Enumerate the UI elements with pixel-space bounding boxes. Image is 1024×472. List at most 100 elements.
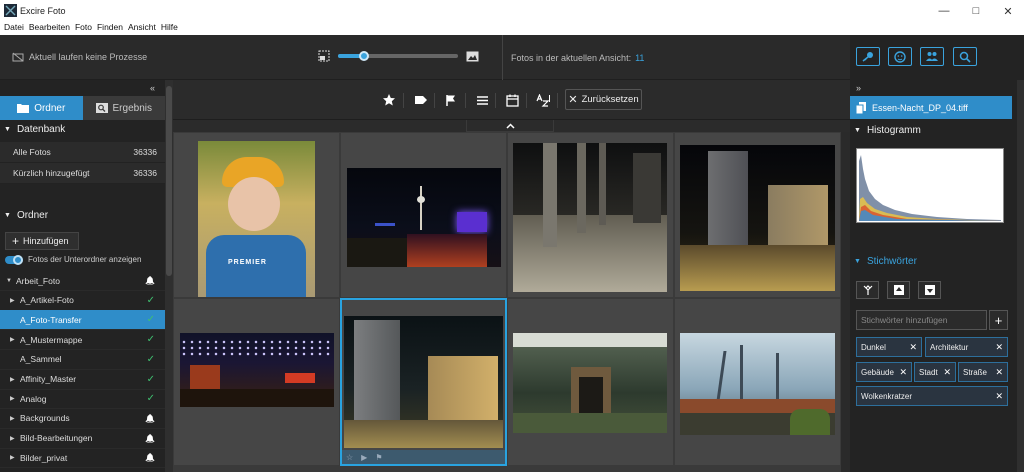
face-search-button[interactable] xyxy=(888,47,912,66)
remove-keyword-icon[interactable]: ✕ xyxy=(995,342,1003,353)
folder-item[interactable]: ▼ Arbeit_Foto 🔔 xyxy=(0,271,165,291)
folder-item[interactable]: ▶ Bild-Bearbeitungen 🔔 xyxy=(0,429,165,449)
folder-item-label: Bild-Bearbeitungen xyxy=(20,433,93,444)
sync-check-icon: ✓ xyxy=(146,393,155,405)
sync-check-icon: ✓ xyxy=(146,314,155,326)
menu-bearbeiten[interactable]: Bearbeiten xyxy=(29,22,75,35)
subfolder-toggle[interactable] xyxy=(5,254,23,265)
keyword-merge-button[interactable] xyxy=(856,281,879,299)
caret-right-icon[interactable]: ▶ xyxy=(10,336,20,343)
people-icon xyxy=(926,52,938,61)
keyword-chip[interactable]: Straße ✕ xyxy=(958,362,1008,382)
label-filter[interactable] xyxy=(412,91,430,109)
collapse-left-icon[interactable]: « xyxy=(150,83,155,93)
folder-item[interactable]: A_Foto-Transfer ✓ xyxy=(0,310,165,331)
photo-cell-selected[interactable]: ☆ ▶ ⚑ xyxy=(340,298,507,466)
search-button[interactable] xyxy=(953,47,977,66)
add-folder-label: Hinzufügen xyxy=(23,236,69,246)
bell-icon: 🔔 xyxy=(145,413,155,423)
left-scrollbar-thumb[interactable] xyxy=(166,86,172,276)
folder-item-label: A_Mustermappe xyxy=(20,334,83,345)
db-row-all-photos[interactable]: Alle Fotos 36336 xyxy=(0,142,165,163)
sort-filter[interactable] xyxy=(534,91,552,109)
photo-cell[interactable] xyxy=(507,132,674,298)
add-keyword-button[interactable]: + xyxy=(989,310,1008,330)
remove-keyword-icon[interactable]: ✕ xyxy=(943,367,951,378)
close-icon[interactable]: ✕ xyxy=(992,0,1024,22)
right-scrollbar[interactable] xyxy=(1017,80,1024,472)
slider-knob[interactable] xyxy=(359,51,370,61)
merge-icon xyxy=(863,284,872,295)
remove-keyword-icon[interactable]: ✕ xyxy=(995,391,1003,402)
caret-down-icon[interactable]: ▼ xyxy=(6,278,16,284)
caret-right-icon[interactable]: ▶ xyxy=(10,454,20,461)
menu-hilfe[interactable]: Hilfe xyxy=(161,22,183,35)
add-folder-button[interactable]: + Hinzufügen xyxy=(5,232,79,250)
menu-datei[interactable]: Datei xyxy=(4,22,29,35)
menu-finden[interactable]: Finden xyxy=(97,22,128,35)
folder-item[interactable]: ▶ Bilder_privat 🔔 xyxy=(0,448,165,469)
keyword-chip[interactable]: Gebäude ✕ xyxy=(856,362,912,382)
folder-item[interactable]: ▶ A_Mustermappe ✓ xyxy=(0,330,165,351)
keyword-input[interactable]: Stichwörter hinzufügen xyxy=(856,310,987,330)
keyword-download-button[interactable] xyxy=(918,281,941,299)
db-row-recently-added[interactable]: Kürzlich hinzugefügt 36336 xyxy=(0,163,165,184)
photo-cell[interactable]: PREMIER xyxy=(173,132,340,298)
folders-header[interactable]: ▼ Ordner xyxy=(0,206,165,224)
folder-item[interactable]: ▶ Backgrounds 🔔 xyxy=(0,409,165,429)
folder-item[interactable]: ▶ Analog ✓ xyxy=(0,389,165,410)
collapse-toolbar-button[interactable] xyxy=(466,120,554,132)
photo-cell[interactable] xyxy=(340,132,507,298)
expand-right-icon[interactable]: » xyxy=(856,83,861,93)
magnifier-icon xyxy=(959,51,971,63)
tab-ergebnis[interactable]: Ergebnis xyxy=(82,96,165,120)
menu-ansicht[interactable]: Ansicht xyxy=(128,22,161,35)
star-outline-icon[interactable]: ☆ xyxy=(346,453,353,462)
photo-cell[interactable] xyxy=(507,298,674,466)
star-icon xyxy=(383,94,395,106)
remove-keyword-icon[interactable]: ✕ xyxy=(995,367,1003,378)
left-scrollbar[interactable] xyxy=(165,80,173,472)
tag-outline-icon[interactable]: ▶ xyxy=(361,453,367,462)
histogram-header[interactable]: ▼ Histogramm xyxy=(850,121,1015,139)
photo-industrial-hall xyxy=(513,333,667,433)
reset-button[interactable]: ✕ Zurücksetzen xyxy=(565,89,642,110)
grid-scrollbar[interactable] xyxy=(841,132,850,472)
photo-cell[interactable] xyxy=(173,298,340,466)
small-thumbnail-icon[interactable] xyxy=(318,50,330,62)
caret-right-icon[interactable]: ▶ xyxy=(10,376,20,383)
list-filter[interactable] xyxy=(473,91,491,109)
maximize-icon[interactable]: □ xyxy=(960,0,992,22)
folder-item[interactable]: A_Sammel ✓ xyxy=(0,350,165,370)
remove-keyword-icon[interactable]: ✕ xyxy=(909,342,917,353)
folder-item[interactable]: ▶ Affinity_Master ✓ xyxy=(0,370,165,390)
caret-right-icon[interactable]: ▶ xyxy=(10,415,20,422)
date-filter[interactable] xyxy=(503,91,521,109)
menu-foto[interactable]: Foto xyxy=(75,22,97,35)
keyword-chip[interactable]: Dunkel ✕ xyxy=(856,337,922,357)
keyword-chip[interactable]: Wolkenkratzer ✕ xyxy=(856,386,1008,406)
remove-keyword-icon[interactable]: ✕ xyxy=(899,367,907,378)
rating-filter[interactable] xyxy=(380,91,398,109)
caret-right-icon[interactable]: ▶ xyxy=(10,435,20,442)
tab-ordner[interactable]: Ordner xyxy=(0,96,83,120)
flag-filter[interactable] xyxy=(442,91,460,109)
minimize-icon[interactable]: — xyxy=(928,0,960,22)
photo-cell[interactable] xyxy=(674,298,841,466)
keyword-chip[interactable]: Architektur ✕ xyxy=(925,337,1008,357)
folder-item[interactable]: ▶ A_Artikel-Foto ✓ xyxy=(0,291,165,311)
keyword-upload-button[interactable] xyxy=(887,281,910,299)
large-thumbnail-icon[interactable] xyxy=(466,51,479,62)
caret-right-icon[interactable]: ▶ xyxy=(10,395,20,402)
keyword-chip-label: Wolkenkratzer xyxy=(861,391,912,401)
key-search-button[interactable] xyxy=(856,47,880,66)
thumbnail-size-slider[interactable] xyxy=(338,51,458,61)
photo-cell[interactable] xyxy=(674,132,841,298)
reset-x-icon: ✕ xyxy=(568,94,578,106)
people-search-button[interactable] xyxy=(920,47,944,66)
caret-right-icon[interactable]: ▶ xyxy=(10,297,20,304)
database-header[interactable]: ▼ Datenbank xyxy=(0,120,165,138)
flag-outline-icon[interactable]: ⚑ xyxy=(375,453,382,462)
keyword-chip[interactable]: Stadt ✕ xyxy=(914,362,956,382)
keywords-header[interactable]: ▼ Stichwörter xyxy=(850,252,1015,270)
